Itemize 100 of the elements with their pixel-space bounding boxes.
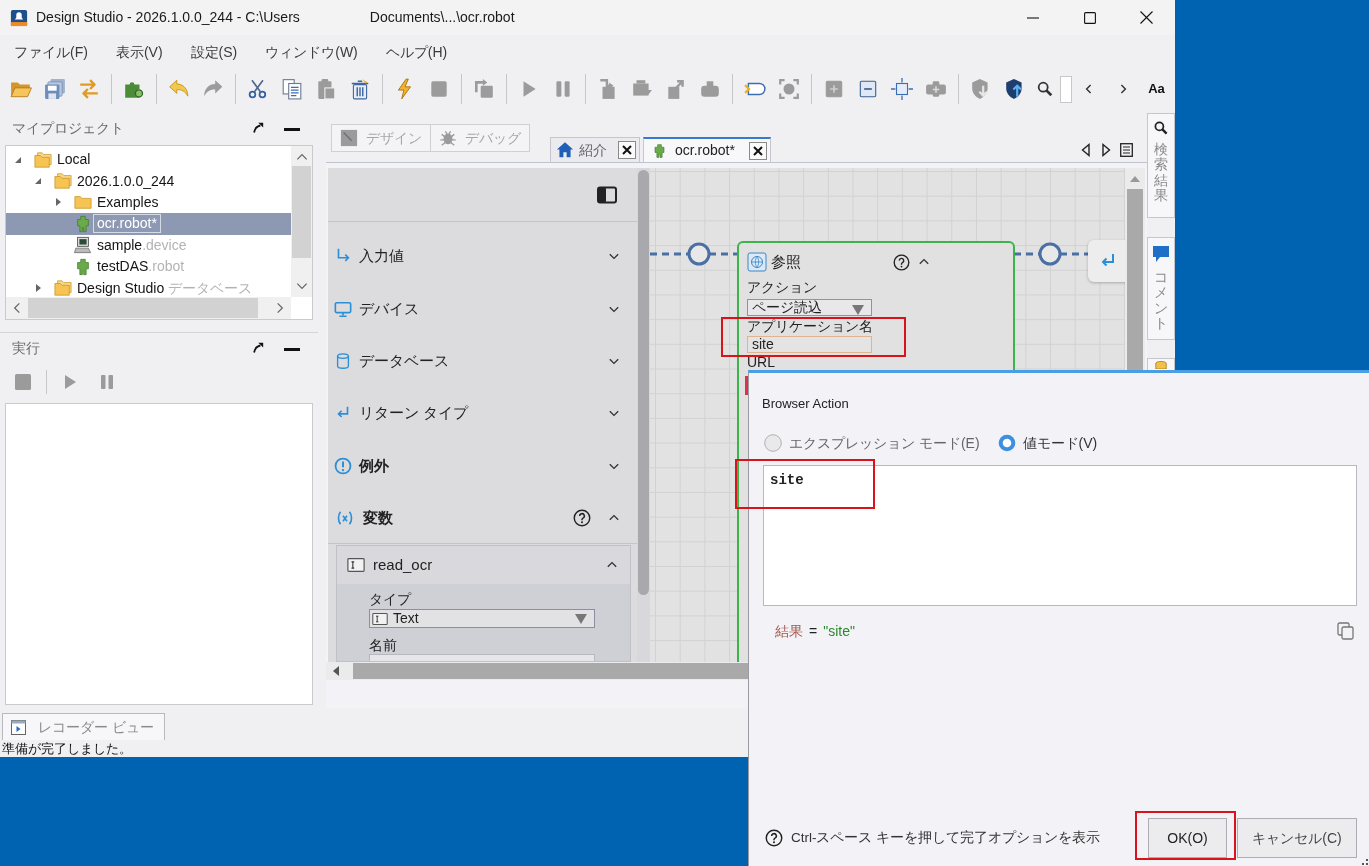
section-header[interactable]: デバイス [328, 282, 637, 335]
panel-play-icon [11, 719, 26, 735]
menu-item[interactable]: ファイル(F) [0, 44, 102, 61]
database-icon [1155, 361, 1167, 369]
robot-icon [74, 214, 92, 233]
folder-stack-icon [54, 279, 72, 297]
tree-item[interactable]: 2026.1.0.0_244 [6, 170, 291, 192]
panel-title: マイプロジェクト [12, 120, 124, 138]
left-triangle-icon[interactable] [1080, 142, 1092, 157]
panel-title: 実行 [12, 340, 40, 358]
search-field[interactable] [1060, 75, 1072, 103]
dropdown-arrow-icon [574, 612, 588, 625]
folder-stack-icon [34, 150, 52, 169]
section-header[interactable]: 変数 [328, 491, 637, 545]
close-icon[interactable] [1140, 11, 1153, 24]
menu-item[interactable]: ヘルプ(H) [371, 44, 462, 61]
field-label: 名前 [369, 637, 398, 654]
error-marker [745, 376, 748, 395]
scroll-thumb[interactable] [638, 170, 649, 595]
ok-button[interactable]: OK(O) [1148, 818, 1227, 858]
action-select[interactable]: ページ読込 [747, 299, 872, 316]
maximize-icon[interactable] [1083, 11, 1096, 24]
list-icon[interactable] [1120, 142, 1133, 157]
dialog-title: Browser Action [762, 397, 850, 411]
crosshair-square-icon[interactable] [891, 78, 913, 100]
section-header[interactable]: 入力値 [328, 230, 637, 283]
database-icon [334, 351, 352, 370]
tree-item[interactable]: Local [6, 149, 291, 171]
menu-item[interactable]: 設定(S) [176, 44, 252, 61]
name-field[interactable] [369, 654, 595, 662]
status-text: 準備が完了しました。 [1, 740, 133, 757]
tree-item[interactable]: Examples [6, 191, 291, 214]
section-header[interactable]: リターン タイプ [328, 387, 637, 440]
right-triangle-icon[interactable] [1100, 142, 1112, 157]
step-title: 参照 [771, 253, 801, 271]
expression-field[interactable]: site [763, 465, 1357, 606]
tree-item[interactable]: Design Studio データベース [6, 277, 291, 297]
panel-toggle-icon[interactable] [597, 185, 617, 204]
tree-item[interactable]: testDAS.robot [6, 255, 291, 278]
text-type-icon [372, 610, 388, 627]
radio-label[interactable]: エクスプレッション モード(E) [789, 434, 980, 452]
curved-arrow-icon[interactable] [252, 342, 266, 356]
dropdown-arrow-icon [851, 304, 865, 315]
close-icon[interactable] [618, 141, 636, 159]
text-type-icon [347, 556, 365, 575]
radio-label[interactable]: 値モード(V) [1022, 434, 1098, 452]
section-header[interactable]: データベース [328, 334, 637, 388]
menu-item[interactable]: 表示(V) [101, 44, 177, 61]
side-tab[interactable] [1147, 358, 1175, 370]
help-icon[interactable] [765, 829, 783, 847]
computer-icon [74, 236, 92, 255]
text-field[interactable]: site [747, 336, 872, 353]
field-label: URL [747, 356, 776, 369]
scroll-thumb[interactable] [28, 298, 258, 318]
floppy-disks-icon[interactable] [44, 78, 66, 100]
exclamation-circle-icon [334, 456, 352, 475]
hint-text: Ctrl-スペース キーを押して完了オプションを表示 [791, 829, 1101, 847]
section-header[interactable]: 例外 [328, 439, 637, 492]
scissors-icon[interactable] [247, 78, 269, 100]
type-select[interactable]: Text [369, 609, 595, 629]
home-icon [556, 141, 574, 159]
tree-item[interactable]: sample.device [6, 234, 291, 256]
minus-square-icon[interactable] [857, 78, 879, 100]
radio-button[interactable] [764, 434, 782, 452]
help-icon[interactable] [573, 508, 591, 527]
result-operator: = [809, 622, 818, 640]
editor-tab[interactable]: ocr.robot* [643, 137, 771, 162]
square-icon [340, 129, 358, 147]
field-label: タイプ [369, 591, 413, 608]
window-title: Design Studio - 2026.1.0.0_244 - C:\Users [36, 9, 300, 26]
field-label: アクション [747, 280, 818, 295]
menu-item[interactable]: ウィンドウ(W) [251, 44, 372, 61]
monitor-icon [334, 299, 352, 318]
search-icon[interactable] [1036, 80, 1054, 98]
resize-grip-icon [1362, 859, 1368, 865]
expanded-arrow-icon[interactable] [14, 155, 22, 164]
speech-bubble-icon [1151, 244, 1171, 264]
scroll-thumb[interactable] [292, 166, 311, 258]
trash-icon[interactable] [349, 78, 371, 100]
help-icon[interactable] [893, 253, 910, 271]
radio-button[interactable] [997, 434, 1016, 452]
match-case-button[interactable]: Aa [1140, 77, 1173, 101]
search-icon [1153, 120, 1169, 136]
curved-arrow-icon[interactable] [252, 122, 266, 136]
copy-icon[interactable] [1337, 622, 1354, 640]
robot-icon [74, 257, 92, 276]
expanded-arrow-icon[interactable] [34, 177, 42, 186]
robot-icon [652, 141, 667, 160]
folder-icon [74, 193, 92, 212]
scroll-left-triangle-icon[interactable] [332, 665, 340, 677]
copy-icon[interactable] [281, 78, 303, 100]
title-path: Documents\...\ocr.robot [369, 9, 515, 26]
bug-icon [439, 129, 457, 147]
close-icon[interactable] [748, 141, 767, 160]
field-label: アプリケーション名 [747, 319, 874, 334]
cancel-button[interactable]: キャンセル(C) [1237, 818, 1357, 858]
editor-tab[interactable]: 紹介 [550, 137, 640, 162]
scroll-up-triangle-icon[interactable] [1129, 175, 1141, 183]
collapsed-arrow-icon[interactable] [54, 198, 62, 207]
collapsed-arrow-icon[interactable] [34, 284, 42, 293]
